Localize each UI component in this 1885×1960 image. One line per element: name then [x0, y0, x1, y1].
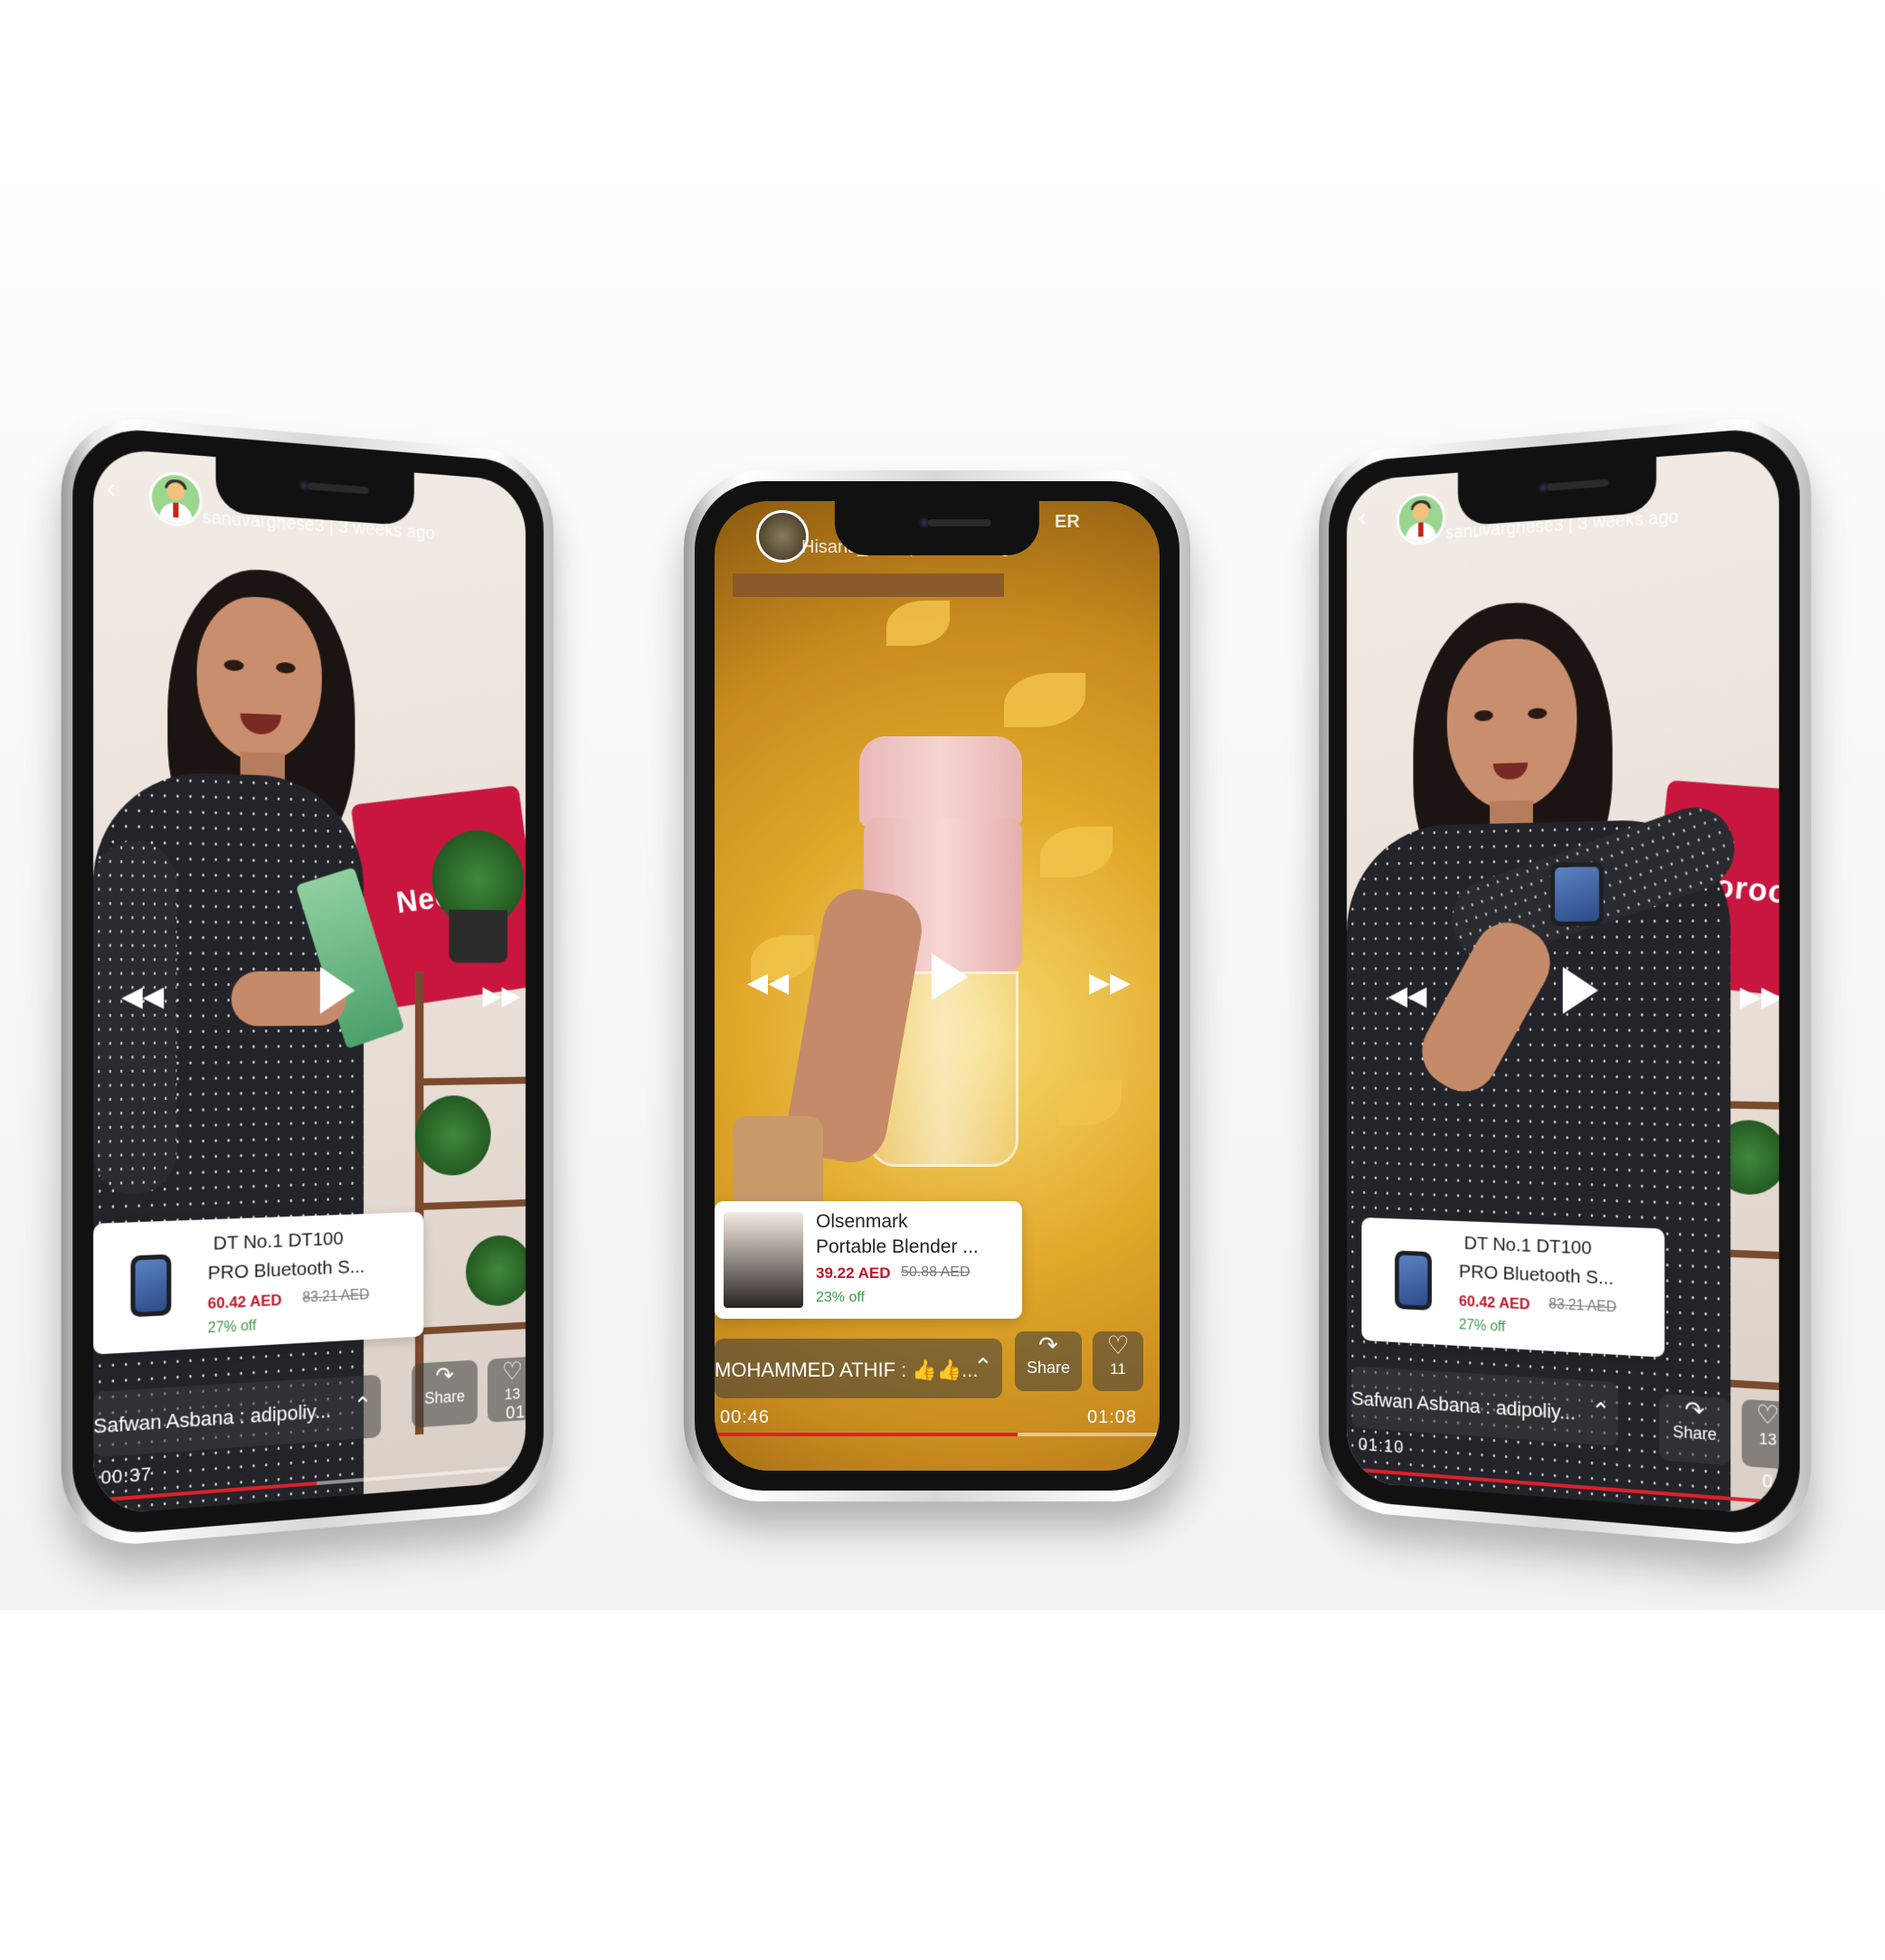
watch-screen	[136, 1259, 167, 1312]
share-label: Share	[1672, 1423, 1717, 1444]
total-time: 01:08	[1087, 1407, 1137, 1428]
watch-screen	[1399, 1255, 1428, 1306]
blender-lid	[859, 736, 1022, 827]
phone-bezel: Neoroo	[1329, 425, 1800, 1538]
share-label: Share	[424, 1387, 465, 1408]
product-original-price: 50.88 AED	[901, 1264, 971, 1281]
product-original-price: 83.21 AED	[302, 1287, 369, 1307]
chevron-up-icon[interactable]: ⌃	[973, 1353, 993, 1381]
wall-shelf	[733, 573, 1004, 597]
product-title: DT No.1 DT100	[213, 1226, 344, 1258]
heart-icon: ♡	[1742, 1399, 1779, 1433]
heart-icon: ♡	[488, 1357, 526, 1387]
play-icon[interactable]	[932, 953, 968, 1000]
watch-screen	[1555, 866, 1599, 922]
like-count: 11	[1110, 1360, 1126, 1378]
total-time: 01:	[506, 1402, 526, 1424]
eye	[1474, 710, 1493, 722]
like-button[interactable]: ♡ 11	[1093, 1331, 1143, 1391]
product-title: DT No.1 DT100	[1464, 1230, 1592, 1263]
product-card[interactable]: DT No.1 DT100 PRO Bluetooth S... 60.42 A…	[93, 1212, 423, 1355]
like-button[interactable]: ♡ 13	[1742, 1399, 1779, 1470]
back-arrow-icon[interactable]: ‹	[1359, 503, 1367, 534]
total-time: 01:	[1762, 1472, 1779, 1495]
product-title-line2: PRO Bluetooth S...	[208, 1254, 365, 1288]
like-count: 13	[505, 1386, 520, 1404]
like-count: 13	[1759, 1430, 1777, 1449]
product-price: 60.42 AED	[1459, 1292, 1530, 1314]
eye	[224, 659, 244, 671]
product-title-line2: Portable Blender ...	[816, 1234, 979, 1261]
phone-screen: Neoroo	[1347, 447, 1779, 1515]
notch	[835, 501, 1039, 555]
rewind-icon[interactable]: ◀◀	[1388, 980, 1427, 1011]
fast-forward-icon[interactable]: ▶▶	[1740, 980, 1779, 1013]
chevron-up-icon[interactable]: ⌃	[354, 1391, 373, 1420]
eye	[276, 662, 296, 674]
gold-leaf	[1040, 827, 1113, 877]
phone-screen: Hisana_Athif | 2 weeks ago ER ◀◀ ▶▶ Olse…	[715, 501, 1160, 1471]
phone-bezel: Neoroo	[72, 425, 544, 1538]
speaker	[308, 482, 368, 494]
mouth	[1493, 762, 1528, 780]
share-button[interactable]: ↷ Share	[1659, 1394, 1730, 1465]
share-label: Share	[1027, 1359, 1070, 1377]
current-time: 01:10	[1359, 1434, 1405, 1458]
product-original-price: 83.21 AED	[1549, 1297, 1616, 1317]
phone-left: Neoroo	[62, 412, 554, 1549]
phone-center: Hisana_Athif | 2 weeks ago ER ◀◀ ▶▶ Olse…	[684, 470, 1190, 1501]
share-arrow-icon: ↷	[1015, 1331, 1082, 1359]
phone-right: Neoroo ‹ sanuvarghese3 | 3 weeks ago ◀◀ …	[1319, 412, 1811, 1549]
gold-leaf	[1004, 673, 1085, 727]
product-price: 39.22 AED	[816, 1264, 891, 1283]
comment-text: MOHAMMED ATHIF : 👍👍...	[715, 1359, 979, 1382]
speaker	[928, 519, 991, 526]
gold-leaf	[1058, 1080, 1122, 1125]
current-time: 00:37	[100, 1464, 152, 1490]
product-thumbnail	[1395, 1250, 1432, 1310]
phone-screen: Neoroo	[93, 447, 526, 1515]
avatar-tie	[1418, 523, 1424, 537]
header-text-fragment: ER	[1055, 512, 1080, 533]
fast-forward-icon[interactable]: ▶▶	[482, 980, 520, 1011]
progress-bar[interactable]	[715, 1433, 1160, 1436]
play-icon[interactable]	[320, 967, 355, 1014]
product-title-line2: PRO Bluetooth S...	[1459, 1258, 1614, 1292]
chevron-up-icon[interactable]: ⌃	[1591, 1397, 1610, 1426]
share-arrow-icon: ↷	[412, 1359, 478, 1390]
product-card[interactable]: DT No.1 DT100 PRO Bluetooth S... 60.42 A…	[1361, 1217, 1664, 1358]
share-arrow-icon: ↷	[1659, 1394, 1730, 1426]
comment-preview[interactable]: MOHAMMED ATHIF : 👍👍... ⌃	[715, 1339, 1002, 1398]
avatar-head	[1413, 502, 1430, 521]
arm	[93, 840, 176, 1196]
rewind-icon[interactable]: ◀◀	[747, 967, 789, 999]
comment-text: Safwan Asbana : adipoliy...	[93, 1399, 331, 1439]
comment-text: Safwan Asbana : adipoliy...	[1351, 1387, 1576, 1425]
avatar-tie	[173, 503, 178, 518]
rewind-icon[interactable]: ◀◀	[121, 980, 164, 1013]
product-thumbnail	[130, 1255, 171, 1318]
share-button[interactable]: ↷ Share	[412, 1359, 478, 1427]
product-thumbnail	[724, 1212, 803, 1308]
current-time: 00:46	[720, 1407, 770, 1428]
gold-leaf	[886, 601, 950, 646]
product-discount: 23% off	[816, 1290, 865, 1306]
play-icon[interactable]	[1563, 967, 1598, 1014]
product-discount: 27% off	[1459, 1317, 1505, 1336]
fast-forward-icon[interactable]: ▶▶	[1089, 967, 1131, 999]
phone-bezel: Hisana_Athif | 2 weeks ago ER ◀◀ ▶▶ Olse…	[695, 481, 1179, 1491]
heart-icon: ♡	[1093, 1331, 1143, 1360]
product-price: 60.42 AED	[208, 1292, 282, 1313]
eye	[1528, 707, 1547, 719]
product-discount: 27% off	[208, 1318, 257, 1337]
speaker	[1547, 479, 1608, 491]
share-button[interactable]: ↷ Share	[1015, 1331, 1082, 1391]
mouth	[241, 714, 281, 735]
product-title: Olsenmark	[816, 1208, 908, 1236]
product-card[interactable]: Olsenmark Portable Blender ... 39.22 AED…	[715, 1201, 1022, 1319]
back-arrow-icon[interactable]: ‹	[107, 472, 116, 505]
smartwatch	[1550, 862, 1604, 926]
progress-fill	[715, 1433, 1018, 1436]
avatar-head	[166, 482, 185, 502]
